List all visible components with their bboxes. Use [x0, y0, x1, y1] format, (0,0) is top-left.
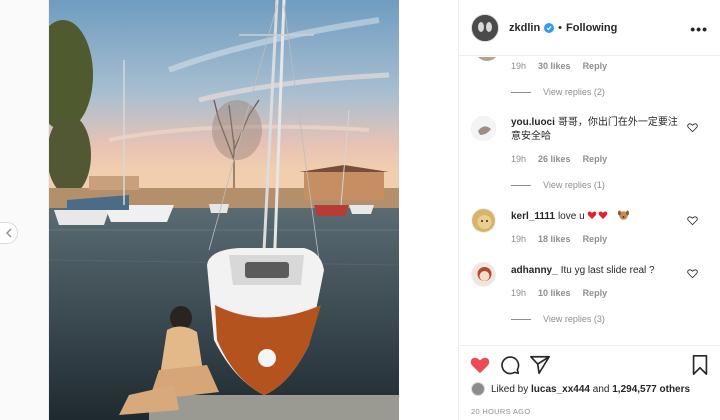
- comment-body: Itu yg last slide real ?: [560, 265, 655, 276]
- comment-text: you.luoci 哥哥，你出门在外一定要注意安全哈: [511, 116, 681, 144]
- comment-username[interactable]: kerl_1111: [511, 211, 555, 222]
- post-photo[interactable]: [49, 0, 399, 420]
- comment-likes[interactable]: 30 likes: [538, 61, 571, 71]
- comment-meta: 19h 26 likes Reply: [511, 154, 619, 164]
- comment-avatar[interactable]: [475, 57, 499, 61]
- comment-body: love u: [557, 211, 585, 222]
- post-details-panel: zkdlin • Following ••• 19h 30 likes Repl…: [458, 0, 720, 420]
- comment-avatar[interactable]: [471, 208, 496, 233]
- heart-outline-icon[interactable]: [687, 215, 698, 226]
- view-replies-label: View replies (2): [543, 87, 605, 97]
- share-icon[interactable]: [529, 354, 551, 376]
- liker-username[interactable]: lucas_xx444: [531, 384, 590, 395]
- comment-time: 19h: [511, 61, 527, 71]
- post-container: zkdlin • Following ••• 19h 30 likes Repl…: [48, 0, 720, 420]
- comment-meta: 19h 30 likes Reply: [511, 61, 619, 71]
- reply-button[interactable]: Reply: [583, 61, 608, 71]
- comment-time: 19h: [511, 154, 527, 164]
- comment-avatar[interactable]: [471, 262, 496, 287]
- view-replies-label: View replies (3): [543, 314, 605, 324]
- comments-list[interactable]: 19h 30 likes Reply View replies (2) you.…: [459, 57, 720, 344]
- heart-outline-icon[interactable]: [687, 268, 698, 279]
- comment-icon[interactable]: [499, 354, 521, 376]
- author-avatar[interactable]: [471, 13, 499, 42]
- comment-likes[interactable]: 26 likes: [538, 154, 571, 164]
- likes-count[interactable]: 1,294,577 others: [612, 384, 690, 395]
- post-actions: Liked by lucas_xx444 and 1,294,577 other…: [459, 345, 720, 420]
- comment-time: 19h: [511, 288, 527, 298]
- bookmark-icon[interactable]: [689, 354, 711, 376]
- comment-text: kerl_1111 love u: [511, 210, 681, 224]
- replies-divider: [511, 91, 531, 93]
- post-header: zkdlin • Following •••: [459, 0, 720, 56]
- view-replies-label: View replies (1): [543, 180, 605, 190]
- reply-button[interactable]: Reply: [583, 154, 608, 164]
- view-replies-button[interactable]: View replies (1): [511, 180, 605, 190]
- comment-meta: 19h 18 likes Reply: [511, 234, 619, 244]
- comment-avatar[interactable]: [471, 116, 496, 141]
- replies-divider: [511, 318, 531, 320]
- following-button[interactable]: Following: [566, 22, 617, 34]
- comment-likes[interactable]: 18 likes: [538, 234, 571, 244]
- liked-by-row: Liked by lucas_xx444 and 1,294,577 other…: [471, 382, 690, 396]
- author-username[interactable]: zkdlin: [509, 22, 540, 34]
- comment-username[interactable]: adhanny_: [511, 265, 558, 276]
- more-options-button[interactable]: •••: [690, 21, 708, 37]
- heart-filled-icon[interactable]: [469, 354, 491, 376]
- comment-likes[interactable]: 10 likes: [538, 288, 571, 298]
- comment-time: 19h: [511, 234, 527, 244]
- chevron-left-icon: [5, 228, 11, 238]
- comment-text: adhanny_ Itu yg last slide real ?: [511, 264, 681, 278]
- comment-username[interactable]: you.luoci: [511, 117, 555, 128]
- comment-meta: 19h 10 likes Reply: [511, 288, 619, 298]
- verified-badge-icon: [544, 22, 555, 33]
- liked-by-prefix: Liked by: [491, 383, 529, 395]
- reply-button[interactable]: Reply: [583, 288, 608, 298]
- header-separator: •: [558, 21, 563, 34]
- post-timestamp[interactable]: 20 HOURS AGO: [471, 407, 530, 416]
- replies-divider: [511, 184, 531, 186]
- liked-by-conj: and: [592, 383, 610, 395]
- dog-face-emoji-icon: [618, 210, 630, 220]
- liker-avatar[interactable]: [471, 382, 485, 396]
- heart-emoji-icon: [588, 211, 608, 219]
- reply-button[interactable]: Reply: [583, 234, 608, 244]
- view-replies-button[interactable]: View replies (3): [511, 314, 605, 324]
- view-replies-button[interactable]: View replies (2): [511, 87, 605, 97]
- previous-slide-button[interactable]: [0, 222, 18, 244]
- heart-outline-icon[interactable]: [687, 122, 698, 133]
